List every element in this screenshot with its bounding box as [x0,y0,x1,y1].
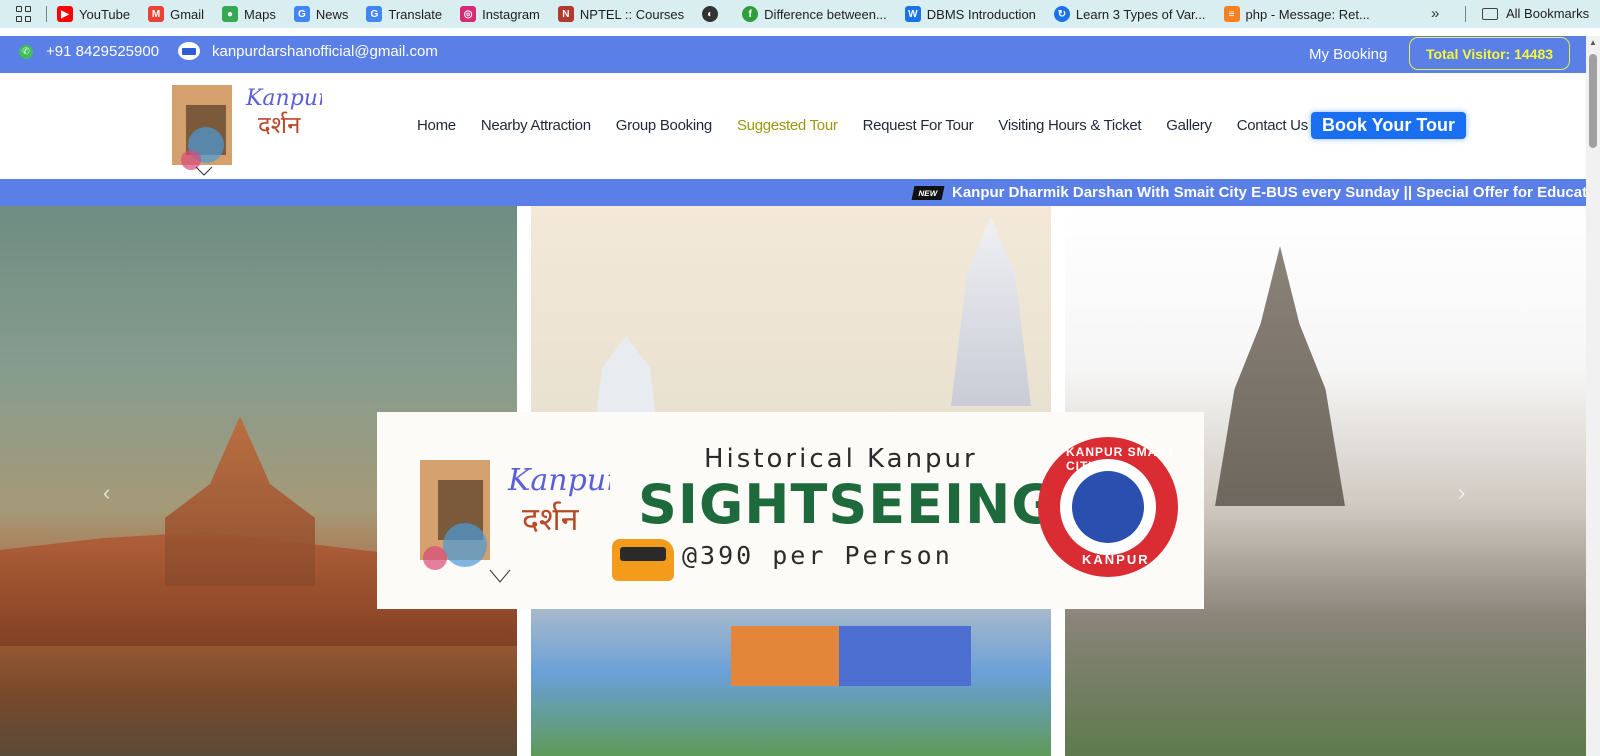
bookmark-label: php - Message: Ret... [1245,6,1370,22]
bookmark-maps[interactable]: ● Maps [222,6,276,22]
email-address: kanpurdarshanofficial@gmail.com [212,42,438,60]
globe-icon: ◐ [702,6,719,22]
banner-title: Historical Kanpur [704,444,978,474]
banner-price: @390 per Person [682,541,953,570]
folder-icon [1482,7,1498,20]
page-scrollbar[interactable]: ▲ [1586,36,1600,756]
temple-shape [165,416,315,586]
scroll-thumb[interactable] [1589,54,1597,148]
stack-icon: ≡ [1223,6,1240,22]
bookmark-youtube[interactable]: ▶ YouTube [57,6,130,22]
svg-text:Kanpur: Kanpur [507,463,610,498]
ticker-text[interactable]: Kanpur Dharmik Darshan With Smait City E… [952,184,1586,201]
spire-shape [951,216,1031,406]
leaf-icon: f [742,6,759,22]
bus-icon [612,539,674,581]
bookmark-php[interactable]: ≡ php - Message: Ret... [1223,6,1370,22]
all-bookmarks-button[interactable]: All Bookmarks [1482,6,1589,21]
news-ticker: NEW Kanpur Dharmik Darshan With Smait Ci… [0,179,1586,206]
bookmark-news[interactable]: G News [293,6,349,22]
bookmark-label: Learn 3 Types of Var... [1075,6,1206,22]
scroll-up-icon[interactable]: ▲ [1589,38,1597,47]
bookmark-translate[interactable]: G Translate [366,6,442,22]
bookmark-label: NPTEL :: Courses [579,6,685,22]
bookmark-nptel[interactable]: N NPTEL :: Courses [557,6,685,22]
banner-logo: Kanpur दर्शन [420,460,610,583]
site-header: Kanpur दर्शन Home Nearby Attraction Grou… [0,73,1586,178]
bookmark-dbms[interactable]: W DBMS Introduction [904,6,1036,22]
smart-city-seal-icon: KANPUR SMART CITY LTD KANPUR [1038,437,1178,577]
maps-icon: ● [222,6,239,22]
svg-text:दर्शन: दर्शन [258,111,301,139]
bookmark-label: Difference between... [764,6,887,22]
bookmark-label: News [315,6,349,22]
nav-suggested-tour[interactable]: Suggested Tour [737,117,838,134]
all-bookmarks-label: All Bookmarks [1506,6,1590,21]
seal-text-top: KANPUR SMART CITY LTD [1066,445,1176,473]
phone-icon: ✆ [19,44,33,59]
seal-text-bottom: KANPUR [1082,552,1150,567]
my-booking-link[interactable]: My Booking [1309,46,1387,63]
translate-icon: G [366,6,383,22]
phone-link[interactable]: ✆ +91 8429525900 [19,43,159,60]
nav-group-booking[interactable]: Group Booking [616,117,712,134]
bookmarks-bar: ▶ YouTube M Gmail ● Maps G News G Translate ◎… [0,0,1600,28]
slider-next-icon[interactable]: › [1458,480,1465,506]
spire-shape [596,336,656,416]
nav-contact-us[interactable]: Contact Us [1237,117,1309,134]
w-icon: W [904,6,921,22]
new-badge-icon: NEW [911,186,945,200]
tent-roof-shape [731,626,971,686]
kanpur-darshan-logo[interactable]: Kanpur दर्शन [166,75,322,177]
svg-text:Kanpur: Kanpur [245,86,322,111]
banner-headline: SIGHTSEEING [638,473,1057,536]
phone-number: +91 8429525900 [46,43,160,60]
bookmarks-divider [46,6,47,22]
slider-prev-icon[interactable]: ‹ [103,480,110,506]
contact-bar: ✆ +91 8429525900 kanpurdarshanofficial@gm… [0,36,1586,73]
youtube-icon: ▶ [57,6,73,22]
bookmark-label: YouTube [79,6,131,22]
apps-grid-icon[interactable] [16,6,32,22]
bookmark-gmail[interactable]: M Gmail [148,6,204,22]
bookmark-label: Translate [388,6,443,22]
bookmark-difference[interactable]: f Difference between... [742,6,887,22]
bookmarks-divider [1465,6,1466,22]
main-nav: Home Nearby Attraction Group Booking Sug… [417,117,1333,134]
gear-icon [1072,471,1144,543]
bookmark-label: Instagram [482,6,540,22]
gmail-icon: M [148,6,165,22]
mail-icon [178,42,200,60]
seal-inner [1060,459,1156,555]
book-your-tour-button[interactable]: Book Your Tour [1311,112,1466,139]
bookmark-label: Maps [244,6,276,22]
nav-nearby-attraction[interactable]: Nearby Attraction [481,117,591,134]
nptel-icon: N [557,6,574,22]
news-icon: G [293,6,310,22]
bookmark-learn[interactable]: ↻ Learn 3 Types of Var... [1053,6,1206,22]
hero-slider: Kanpur दर्शन Historical Kanpur SIGHTSEEI… [0,206,1586,756]
bookmark-label: DBMS Introduction [926,6,1036,22]
more-bookmarks-icon[interactable]: » [1431,5,1439,22]
email-link[interactable]: kanpurdarshanofficial@gmail.com [178,42,438,60]
nav-request-for-tour[interactable]: Request For Tour [863,117,974,134]
spire-shape [1215,246,1345,506]
sightseeing-banner[interactable]: Kanpur दर्शन Historical Kanpur SIGHTSEEI… [377,412,1204,609]
bookmark-instagram[interactable]: ◎ Instagram [460,6,540,22]
svg-text:दर्शन: दर्शन [522,500,580,538]
bookmark-globe[interactable]: ◐ [702,6,724,22]
instagram-icon: ◎ [460,6,477,22]
nav-home[interactable]: Home [417,117,456,134]
visitor-counter: Total Visitor: 14483 [1409,37,1570,70]
nav-gallery[interactable]: Gallery [1166,117,1212,134]
bookmark-label: Gmail [170,6,205,22]
refresh-icon: ↻ [1053,6,1070,22]
nav-visiting-hours[interactable]: Visiting Hours & Ticket [998,117,1141,134]
